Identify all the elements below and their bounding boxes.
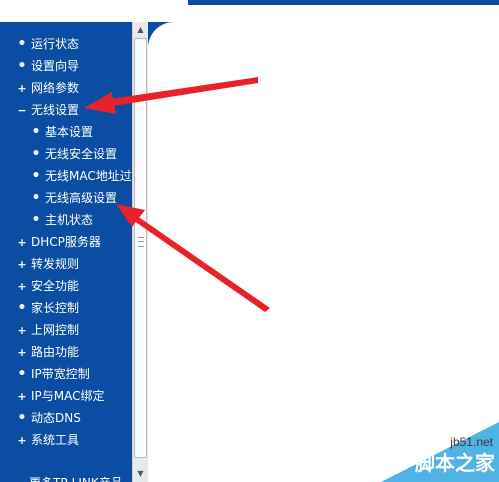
bullet-icon: • <box>31 212 41 228</box>
bullet-icon: • <box>31 168 41 184</box>
scroll-thumb[interactable] <box>134 38 147 458</box>
bullet-icon: • <box>17 410 27 426</box>
menu-item-label: 主机状态 <box>45 213 94 227</box>
menu-item-label: 基本设置 <box>45 125 94 139</box>
menu-item-label: IP与MAC绑定 <box>31 389 105 403</box>
bullet-icon: • <box>31 190 41 206</box>
menu-item-label: 设置向导 <box>31 59 80 73</box>
sidebar-menu: • 运行状态 • 设置向导 + 网络参数 − 无线设置 • 基本设置 • 无线安全设置 • 无… <box>0 22 132 482</box>
bullet-icon: • <box>31 146 41 162</box>
expand-plus-icon: + <box>17 280 27 293</box>
menu-item-access-control[interactable]: + 上网控制 <box>0 319 132 341</box>
menu-item-label: IP带宽控制 <box>31 367 90 381</box>
expand-plus-icon: + <box>17 258 27 271</box>
menu-item-parental-control[interactable]: • 家长控制 <box>0 297 132 319</box>
menu-item-label: 无线MAC地址过滤 <box>45 169 132 183</box>
sidebar-scrollbar[interactable]: ▲ ▼ <box>132 22 148 482</box>
menu-item-label: 无线高级设置 <box>45 191 118 205</box>
menu-item-label: DHCP服务器 <box>31 235 101 249</box>
menu-item-security[interactable]: + 安全功能 <box>0 275 132 297</box>
collapse-minus-icon: − <box>17 104 27 117</box>
content-frame <box>148 22 499 482</box>
menu-item-label: 系统工具 <box>31 433 80 447</box>
more-products-link[interactable]: 更多TP-LINK产品 <box>29 474 123 482</box>
bullet-icon: • <box>17 366 27 382</box>
scroll-down-arrow-icon[interactable]: ▼ <box>135 468 146 480</box>
menu-item-label: 安全功能 <box>31 279 80 293</box>
scroll-up-arrow-icon[interactable]: ▲ <box>135 24 146 36</box>
menu-item-label: 动态DNS <box>31 411 81 425</box>
bullet-icon: • <box>17 36 27 52</box>
expand-plus-icon: + <box>17 434 27 447</box>
menu-item-label: 无线设置 <box>31 103 80 117</box>
submenu-item-wireless-security[interactable]: • 无线安全设置 <box>0 143 132 165</box>
menu-item-dhcp-server[interactable]: + DHCP服务器 <box>0 231 132 253</box>
expand-plus-icon: + <box>17 346 27 359</box>
menu-item-ddns[interactable]: • 动态DNS <box>0 407 132 429</box>
expand-plus-icon: + <box>17 390 27 403</box>
submenu-item-host-status[interactable]: • 主机状态 <box>0 209 132 231</box>
submenu-item-mac-filter[interactable]: • 无线MAC地址过滤 <box>0 165 132 187</box>
menu-item-setup-wizard[interactable]: • 设置向导 <box>0 55 132 77</box>
watermark-name: 脚本之家 <box>415 451 495 475</box>
grip-icon <box>138 237 144 247</box>
menu-item-label: 网络参数 <box>31 81 80 95</box>
site-watermark: jb51.net 脚本之家 <box>381 422 499 482</box>
menu-item-network-params[interactable]: + 网络参数 <box>0 77 132 99</box>
menu-item-ip-mac-binding[interactable]: + IP与MAC绑定 <box>0 385 132 407</box>
submenu-item-wireless-advanced[interactable]: • 无线高级设置 <box>0 187 132 209</box>
submenu-item-basic-settings[interactable]: • 基本设置 <box>0 121 132 143</box>
menu-item-routing[interactable]: + 路由功能 <box>0 341 132 363</box>
menu-item-label: 路由功能 <box>31 345 80 359</box>
top-frame-edge <box>188 0 499 5</box>
expand-plus-icon: + <box>17 324 27 337</box>
menu-list: • 运行状态 • 设置向导 + 网络参数 − 无线设置 • 基本设置 • 无线安全设置 • 无… <box>0 33 132 451</box>
menu-item-running-status[interactable]: • 运行状态 <box>0 33 132 55</box>
menu-item-system-tools[interactable]: + 系统工具 <box>0 429 132 451</box>
menu-item-forwarding-rules[interactable]: + 转发规则 <box>0 253 132 275</box>
menu-item-label: 上网控制 <box>31 323 80 337</box>
menu-item-wireless-settings[interactable]: − 无线设置 <box>0 99 132 121</box>
bullet-icon: • <box>17 58 27 74</box>
top-strip <box>0 0 499 22</box>
menu-item-label: 家长控制 <box>31 301 80 315</box>
expand-plus-icon: + <box>17 236 27 249</box>
menu-item-ip-bandwidth[interactable]: • IP带宽控制 <box>0 363 132 385</box>
expand-plus-icon: + <box>17 82 27 95</box>
menu-item-label: 无线安全设置 <box>45 147 118 161</box>
menu-item-label: 运行状态 <box>31 37 80 51</box>
content-area <box>148 22 499 482</box>
bullet-icon: • <box>17 300 27 316</box>
menu-item-label: 转发规则 <box>31 257 80 271</box>
bullet-icon: • <box>31 124 41 140</box>
